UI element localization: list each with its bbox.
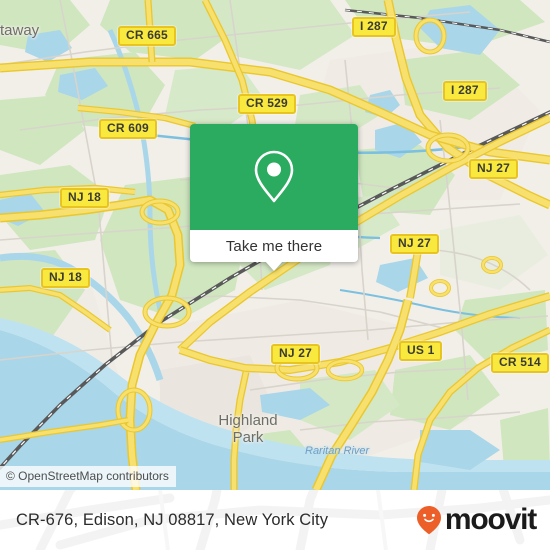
popup-header (190, 124, 358, 230)
osm-attribution[interactable]: © OpenStreetMap contributors (0, 466, 176, 487)
map-pin-icon (254, 150, 294, 203)
map-canvas[interactable]: taway Highland Park Raritan River CR 665… (0, 0, 550, 490)
road-shield-cr-514: CR 514 (491, 353, 549, 373)
location-title: CR-676, Edison, NJ 08817, New York City (16, 510, 329, 529)
moovit-wordmark: moovit (444, 503, 537, 536)
road-shield-cr-665: CR 665 (118, 26, 176, 46)
moovit-map-screen: taway Highland Park Raritan River CR 665… (0, 0, 550, 550)
road-shield-i-287-east: I 287 (443, 81, 487, 101)
moovit-pin-icon (416, 506, 441, 535)
location-popup-card[interactable]: Take me there (190, 124, 358, 271)
road-shield-nj-27-south: NJ 27 (271, 344, 321, 364)
popup-footer[interactable]: Take me there (190, 230, 358, 271)
footer-bar: CR-676, Edison, NJ 08817, New York City … (0, 490, 550, 550)
take-me-there-label: Take me there (225, 237, 323, 255)
road-shield-cr-529: CR 529 (238, 94, 296, 114)
popup-tail (265, 261, 283, 271)
road-shield-us-1: US 1 (399, 341, 443, 361)
road-shield-nj-18-north: NJ 18 (60, 188, 110, 208)
moovit-brand[interactable]: moovit (416, 503, 537, 536)
road-shield-cr-609: CR 609 (99, 119, 157, 139)
road-shield-i-287-north: I 287 (352, 17, 396, 37)
road-shield-nj-27-northeast: NJ 27 (469, 159, 519, 179)
road-shield-nj-18-south: NJ 18 (41, 268, 91, 288)
road-shield-nj-27-east: NJ 27 (390, 234, 440, 254)
